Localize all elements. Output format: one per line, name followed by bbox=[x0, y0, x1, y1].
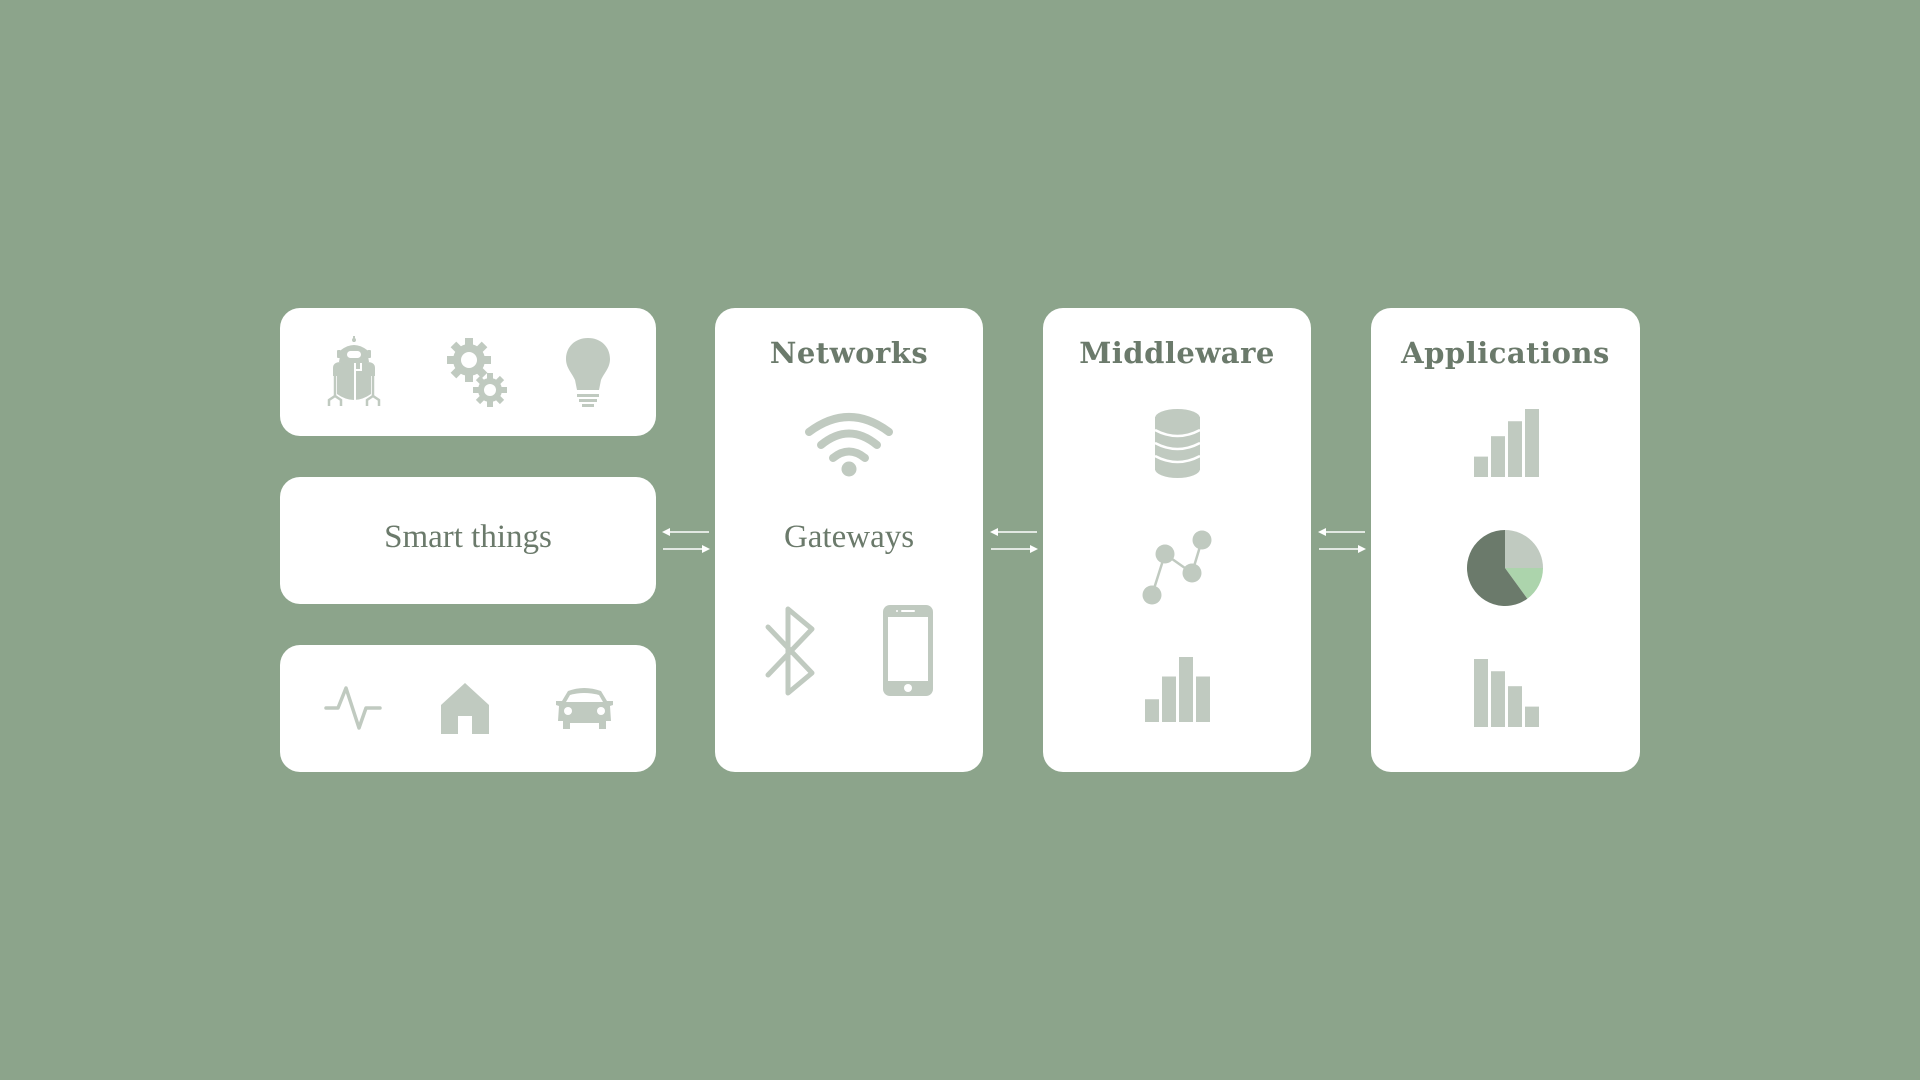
car-icon bbox=[556, 688, 613, 729]
wifi-icon bbox=[805, 413, 893, 477]
bar bbox=[1525, 409, 1539, 477]
bar bbox=[1179, 657, 1193, 722]
gears-icon bbox=[447, 338, 507, 407]
bluetooth-icon bbox=[765, 606, 815, 696]
applications-title: Applications bbox=[1401, 336, 1610, 370]
gateways-label: Gateways bbox=[783, 519, 915, 555]
middleware-title: Middleware bbox=[1079, 336, 1275, 370]
bar bbox=[1474, 659, 1488, 727]
bar bbox=[1196, 676, 1210, 722]
database-icon bbox=[1154, 409, 1201, 478]
connector-arrows-3 bbox=[1318, 528, 1366, 553]
smartphone-icon bbox=[883, 605, 933, 696]
ascending-bar-chart-icon bbox=[1474, 409, 1539, 477]
bar bbox=[1162, 676, 1176, 722]
lightbulb-icon bbox=[566, 338, 610, 407]
pie-slice-light bbox=[1505, 530, 1543, 568]
pulse-icon bbox=[324, 686, 382, 730]
bar bbox=[1491, 436, 1505, 477]
home-icon bbox=[441, 683, 489, 734]
scatter-line-icon bbox=[1142, 530, 1212, 605]
bar bbox=[1145, 699, 1159, 722]
bar bbox=[1508, 421, 1522, 477]
smart-things-label: Smart things bbox=[384, 519, 552, 555]
pie-chart-icon bbox=[1467, 530, 1543, 606]
descending-bar-chart-icon bbox=[1474, 659, 1539, 727]
bar bbox=[1525, 706, 1539, 727]
connector-arrows-1 bbox=[662, 528, 710, 553]
robot-icon bbox=[327, 336, 381, 406]
bar bbox=[1474, 456, 1488, 477]
bar bbox=[1491, 671, 1505, 727]
networks-title: Networks bbox=[769, 336, 929, 370]
middleware-bar-chart-icon bbox=[1145, 657, 1210, 722]
connector-arrows-2 bbox=[990, 528, 1038, 553]
bar bbox=[1508, 686, 1522, 727]
